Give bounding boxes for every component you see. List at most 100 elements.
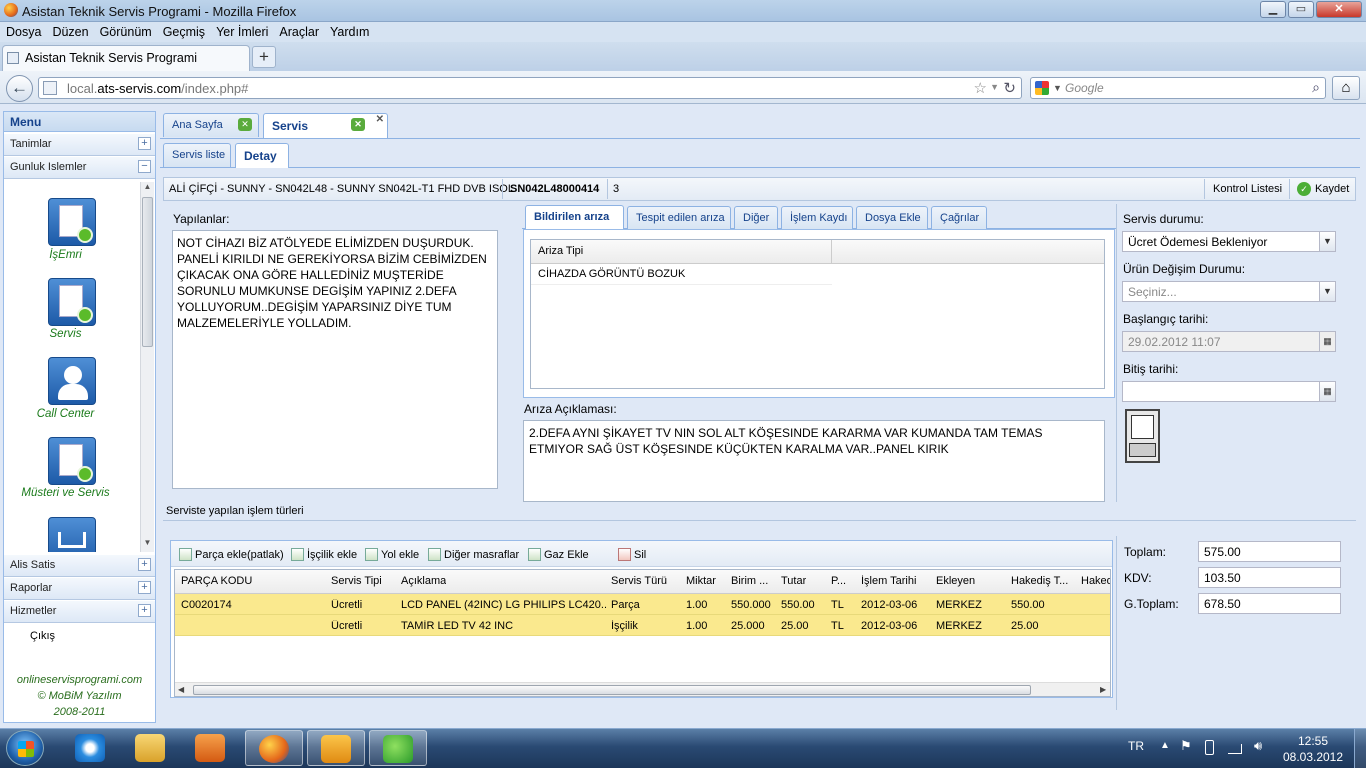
scroll-left-icon[interactable]: ◀ [178, 685, 184, 694]
scroll-right-icon[interactable]: ▶ [1100, 685, 1106, 694]
expand-icon[interactable]: + [138, 137, 151, 150]
sidebar-section-alis-satis[interactable]: Alis Satis + [4, 555, 155, 577]
menu-araclar[interactable]: Araçlar [273, 22, 324, 39]
delete-button[interactable]: Sil [618, 548, 646, 561]
exit-link[interactable]: Çıkış [30, 630, 55, 642]
sidebar-section-raporlar[interactable]: Raporlar + [4, 578, 155, 600]
tab-bildirilen-ariza[interactable]: Bildirilen arıza [525, 205, 624, 230]
back-button[interactable]: ← [6, 75, 33, 102]
sidebar-item-musteri-servis[interactable]: Müsteri ve Servis [4, 436, 141, 506]
column-header-ekleyen[interactable]: Ekleyen [936, 575, 975, 587]
table-row[interactable]: Ücretli TAMİR LED TV 42 INC İşçilik 1.00… [175, 615, 1110, 636]
column-header-hakedis-t[interactable]: Hakediş T... [1011, 575, 1068, 587]
column-header-parca-kodu[interactable]: PARÇA KODU [181, 575, 252, 587]
network-signal-icon[interactable] [1228, 744, 1242, 754]
sidebar-section-hizmetler[interactable]: Hizmetler + [4, 601, 155, 623]
search-icon[interactable]: ⌕ [1312, 79, 1320, 96]
collapse-icon[interactable]: − [138, 160, 151, 173]
sidebar-section-gunluk-islemler[interactable]: Gunluk Islemler − [4, 157, 155, 179]
scroll-down-icon[interactable]: ▼ [141, 538, 154, 551]
battery-icon[interactable] [1205, 740, 1214, 755]
calendar-icon[interactable]: ▦ [1319, 332, 1335, 351]
tab-servis[interactable]: Servis ✕ ✕ [263, 113, 388, 138]
column-header-islem-tarihi[interactable]: İşlem Tarihi [861, 575, 916, 587]
sidebar-item-isemri[interactable]: İşEmri [4, 180, 141, 261]
add-travel-button[interactable]: Yol ekle [365, 548, 419, 561]
bookmark-star-icon[interactable]: ☆ [974, 79, 987, 97]
sidebar-item-servis[interactable]: Servis [4, 275, 141, 345]
tab-diger[interactable]: Diğer [734, 206, 778, 230]
column-header-ariza-tipi[interactable]: Ariza Tipi [538, 245, 583, 257]
fault-desc-textarea[interactable]: 2.DEFA AYNI ŞİKAYET TV NIN SOL ALT KÖŞES… [523, 420, 1105, 502]
column-header-haked[interactable]: Haked [1081, 575, 1110, 587]
fault-row[interactable]: CİHAZDA GÖRÜNTÜ BOZUK [531, 264, 832, 285]
footer-site[interactable]: onlineservisprogrami.com [4, 672, 155, 688]
tab-dosya-ekle[interactable]: Dosya Ekle [856, 206, 928, 230]
maximize-button[interactable]: ▭ [1288, 1, 1314, 18]
sidebar-item-call-center[interactable]: Call Center [4, 355, 141, 425]
column-header-servis-turu[interactable]: Servis Türü [611, 575, 667, 587]
show-desktop-button[interactable] [1354, 729, 1366, 768]
menu-gorunum[interactable]: Görünüm [94, 22, 157, 39]
minimize-button[interactable]: ▁ [1260, 1, 1286, 18]
other-costs-button[interactable]: Diğer masraflar [428, 548, 519, 561]
start-date-field[interactable]: 29.02.2012 11:07 ▦ [1122, 331, 1336, 352]
add-labor-button[interactable]: İşçilik ekle [291, 548, 357, 561]
clock[interactable]: 12:55 08.03.2012 [1282, 733, 1344, 765]
tab-islem-kaydi[interactable]: İşlem Kaydı [781, 206, 853, 230]
new-tab-button[interactable]: + [252, 46, 276, 68]
close-tab-icon[interactable]: ✕ [376, 114, 384, 125]
menu-yardim[interactable]: Yardım [324, 22, 374, 39]
column-header-aciklama[interactable]: Açıklama [401, 575, 446, 587]
calendar-icon[interactable]: ▦ [1319, 382, 1335, 401]
taskbar-media-player-icon[interactable] [182, 730, 240, 766]
tab-tespit-edilen-ariza[interactable]: Tespit edilen arıza [627, 206, 731, 230]
scroll-up-icon[interactable]: ▲ [141, 182, 154, 195]
menu-duzen[interactable]: Düzen [46, 22, 93, 39]
start-button[interactable] [6, 730, 44, 766]
tab-servis-liste[interactable]: Servis liste [163, 143, 231, 167]
menu-gecmis[interactable]: Geçmiş [157, 22, 210, 39]
action-center-flag-icon[interactable]: ⚑ [1180, 738, 1192, 754]
sidebar-scrollbar[interactable]: ▲ ▼ [140, 182, 154, 552]
sidebar-section-tanimlar[interactable]: Tanimlar + [4, 134, 155, 156]
tab-cagrilar[interactable]: Çağrılar [931, 206, 987, 230]
browser-tab[interactable]: Asistan Teknik Servis Programi [2, 45, 250, 71]
column-header-para[interactable]: P... [831, 575, 846, 587]
tab-detay[interactable]: Detay [235, 143, 289, 168]
taskbar-messenger-icon[interactable] [369, 730, 427, 766]
exchange-status-select[interactable]: Seçiniz... ▼ [1122, 281, 1336, 302]
tab-ana-sayfa[interactable]: Ana Sayfa ✕ [163, 113, 259, 137]
history-dropdown-icon[interactable]: ▼ [990, 82, 999, 92]
search-field[interactable]: ▼ Google ⌕ [1030, 77, 1326, 99]
expand-icon[interactable]: + [138, 604, 151, 617]
table-row[interactable]: C0020174 Ücretli LCD PANEL (42INC) LG PH… [175, 594, 1110, 615]
column-header-tutar[interactable]: Tutar [781, 575, 806, 587]
end-date-field[interactable]: ▦ [1122, 381, 1336, 402]
volume-icon[interactable]: 🔊︎ [1254, 738, 1262, 754]
tray-expand-icon[interactable]: ▲ [1160, 740, 1170, 751]
save-button[interactable]: Kaydet [1315, 183, 1349, 195]
taskbar-outlook-icon[interactable] [307, 730, 365, 766]
language-indicator[interactable]: TR [1128, 739, 1144, 753]
taskbar-ie-icon[interactable] [62, 730, 120, 766]
reload-icon[interactable]: ↻ [1003, 79, 1016, 97]
column-header-miktar[interactable]: Miktar [686, 575, 716, 587]
expand-icon[interactable]: + [138, 581, 151, 594]
yapilanlar-textarea[interactable]: NOT CİHAZI BİZ ATÖLYEDE ELİMİZDEN DUŞURD… [172, 230, 498, 489]
grand-total-field[interactable]: 678.50 [1198, 593, 1341, 614]
search-engine-dropdown-icon[interactable]: ▼ [1053, 83, 1062, 93]
add-part-button[interactable]: Parça ekle(patlak) [179, 548, 284, 561]
home-icon[interactable]: ⌂ [1332, 76, 1360, 100]
check-list-button[interactable]: Kontrol Listesi [1213, 183, 1282, 195]
menu-dosya[interactable]: Dosya [0, 22, 46, 39]
scroll-thumb[interactable] [193, 685, 1031, 695]
column-header-birim[interactable]: Birim ... [731, 575, 768, 587]
shopping-cart-icon[interactable] [48, 517, 96, 552]
taskbar-explorer-icon[interactable] [122, 730, 180, 766]
add-gas-button[interactable]: Gaz Ekle [528, 548, 589, 561]
service-status-select[interactable]: Ücret Ödemesi Bekleniyor ▼ [1122, 231, 1336, 252]
scroll-thumb[interactable] [142, 197, 153, 347]
close-window-button[interactable]: ✕ [1316, 1, 1362, 18]
column-header-servis-tipi[interactable]: Servis Tipi [331, 575, 382, 587]
